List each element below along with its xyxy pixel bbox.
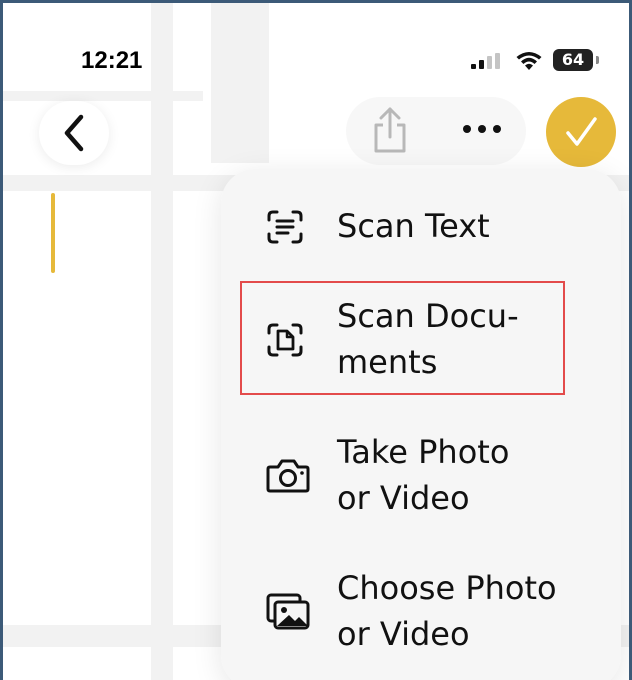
status-time: 12:21 xyxy=(81,47,143,74)
ellipsis-dot xyxy=(463,125,471,133)
camera-icon xyxy=(266,459,310,493)
label-line: Scan Text xyxy=(337,207,490,245)
label-line: or Video xyxy=(337,615,470,653)
menu-item-scan-documents[interactable]: Scan Docu- ments xyxy=(221,293,621,385)
ellipsis-dot xyxy=(478,125,486,133)
battery-nub xyxy=(596,56,599,64)
background-line xyxy=(151,3,173,680)
label-line: Choose Photo xyxy=(337,569,557,607)
share-icon[interactable] xyxy=(368,105,412,155)
battery-indicator: 64 xyxy=(553,49,593,71)
menu-item-label: Scan Docu- ments xyxy=(337,293,519,385)
screen: 12:21 64 Scan Text Scan Docu- ments Take… xyxy=(0,0,632,680)
menu-item-label: Scan Text xyxy=(337,203,490,249)
label-line: Scan Docu- xyxy=(337,297,519,335)
ellipsis-dot xyxy=(493,125,501,133)
photo-library-icon xyxy=(266,593,310,630)
label-line: ments xyxy=(337,343,438,381)
back-button[interactable] xyxy=(39,101,109,165)
menu-item-take-photo[interactable]: Take Photo or Video xyxy=(221,429,621,521)
label-line: or Video xyxy=(337,479,470,517)
menu-item-label: Take Photo or Video xyxy=(337,429,509,521)
checkmark-icon xyxy=(566,117,597,146)
toolbar-pill xyxy=(346,97,526,165)
text-cursor xyxy=(51,193,55,273)
wifi-icon xyxy=(516,52,542,70)
background-line xyxy=(3,91,203,101)
scan-document-icon xyxy=(267,323,303,357)
attachment-menu: Scan Text Scan Docu- ments Take Photo or… xyxy=(221,169,621,680)
menu-item-scan-text[interactable]: Scan Text xyxy=(221,203,621,249)
scan-text-icon xyxy=(267,210,303,244)
cellular-signal-icon xyxy=(471,53,500,69)
ellipsis-icon[interactable] xyxy=(458,119,506,139)
menu-item-choose-photo[interactable]: Choose Photo or Video xyxy=(221,565,621,657)
background-line xyxy=(211,3,269,163)
chevron-left-icon xyxy=(64,114,84,152)
menu-item-label: Choose Photo or Video xyxy=(337,565,557,657)
done-button[interactable] xyxy=(546,97,616,167)
label-line: Take Photo xyxy=(337,433,510,471)
